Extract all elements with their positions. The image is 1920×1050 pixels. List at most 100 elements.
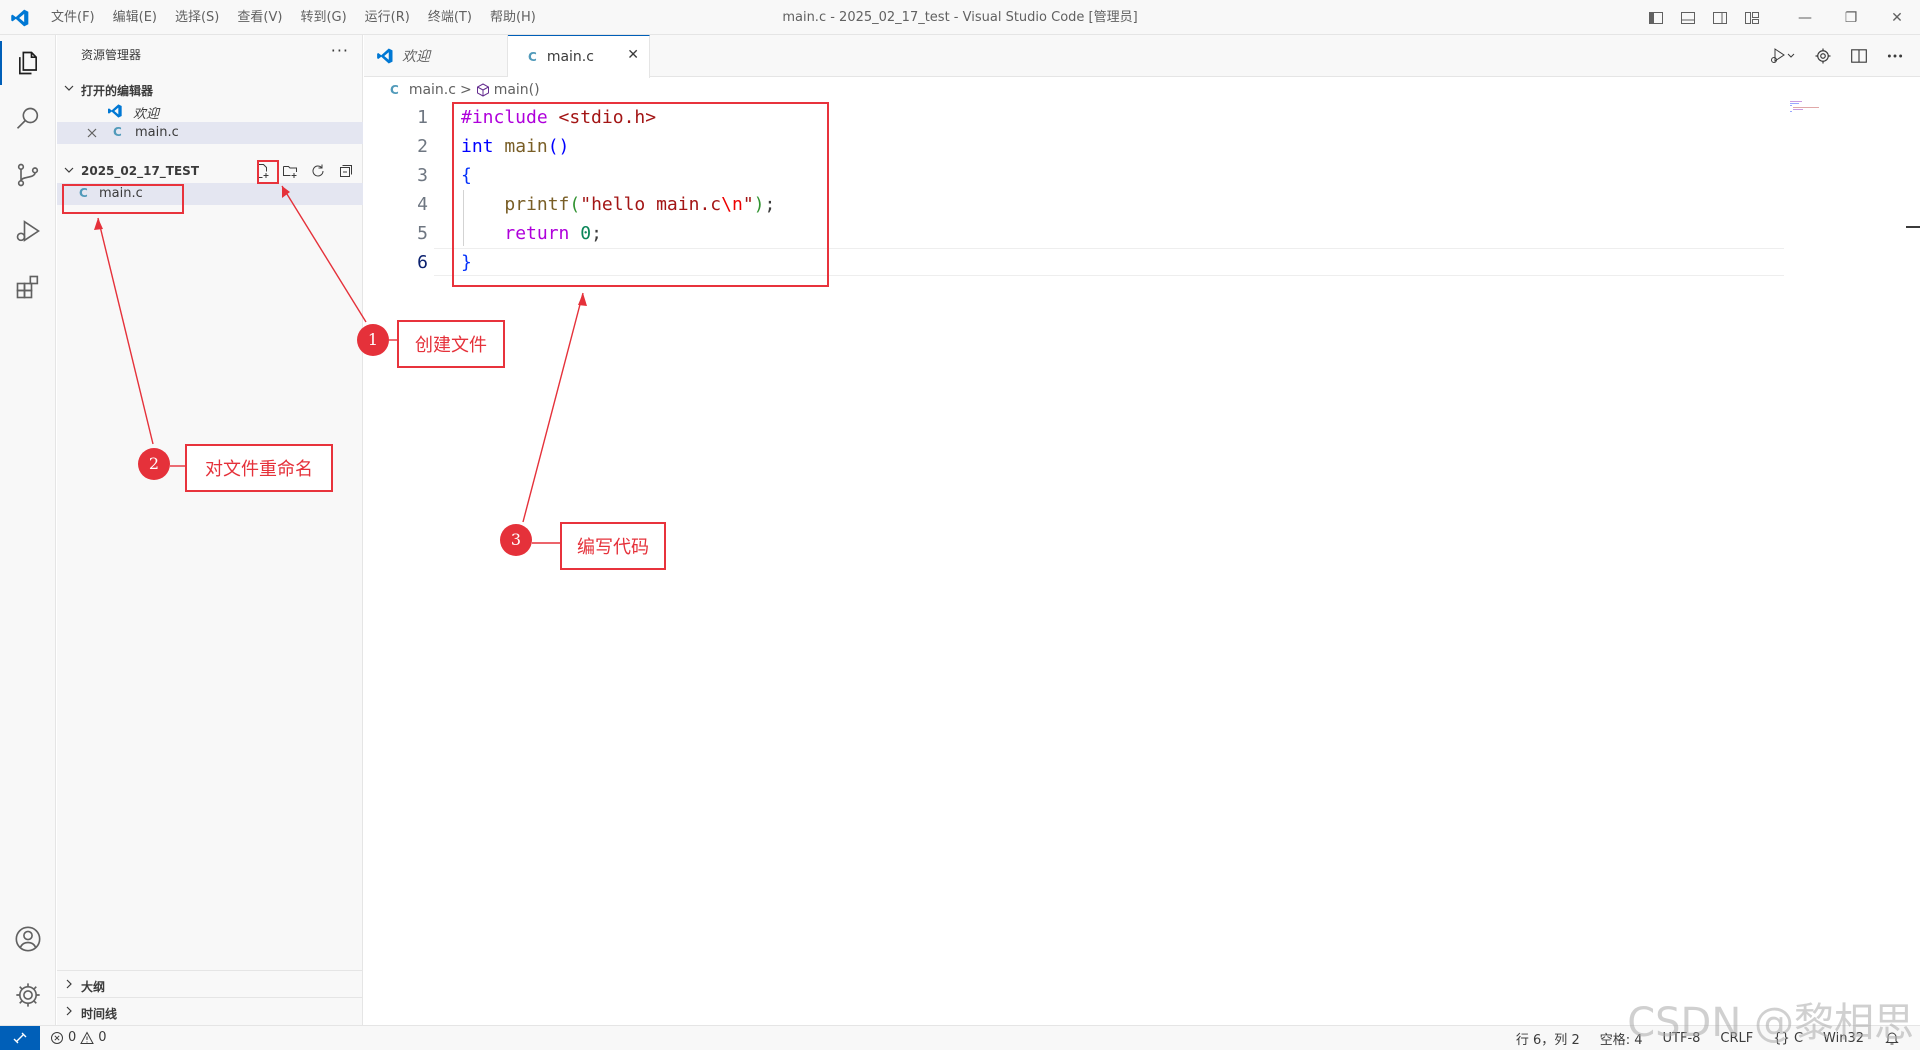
breadcrumb-separator: >: [459, 82, 472, 98]
explorer-icon: [19, 51, 37, 75]
line-number: 2: [417, 136, 428, 157]
restore-button[interactable]: ❐: [1828, 0, 1874, 35]
vscode-icon: [108, 104, 122, 118]
close-icon[interactable]: [87, 128, 97, 138]
problems-indicator[interactable]: 0 0: [50, 1030, 107, 1045]
chevron-right-icon: [66, 979, 72, 989]
refresh-button[interactable]: [307, 160, 329, 182]
more-actions-button[interactable]: ···: [331, 41, 349, 60]
source-control-icon: [17, 163, 39, 187]
title-bar: 文件(F) 编辑(E) 选择(S) 查看(V) 转到(G) 运行(R) 终端(T…: [0, 0, 1920, 35]
remote-icon: [13, 1032, 27, 1044]
menu-edit[interactable]: 编辑(E): [104, 0, 166, 35]
close-window-button[interactable]: ✕: [1874, 0, 1920, 35]
breadcrumb-symbol[interactable]: main(): [494, 82, 540, 98]
collapse-all-button[interactable]: [335, 160, 357, 182]
outline-section[interactable]: 大纲: [57, 970, 363, 997]
panel-icon: [1681, 11, 1695, 24]
menu-view[interactable]: 查看(V): [228, 0, 291, 35]
editor-settings-button[interactable]: [1808, 41, 1838, 71]
folder-section[interactable]: 2025_02_17_TEST: [57, 160, 363, 182]
warning-count: 0: [98, 1030, 107, 1045]
menu-terminal[interactable]: 终端(T): [419, 0, 481, 35]
split-editor-button[interactable]: [1844, 41, 1874, 71]
more-editor-actions-button[interactable]: [1880, 41, 1910, 71]
settings-gear-icon: [16, 983, 40, 1007]
split-editor-icon: [1851, 49, 1867, 63]
explorer-button[interactable]: [0, 35, 56, 91]
customize-layout-button[interactable]: [1736, 0, 1768, 35]
line-number: 4: [417, 194, 428, 215]
folder-label: 2025_02_17_TEST: [81, 164, 200, 178]
extensions-button[interactable]: [0, 259, 56, 315]
status-bar: 0 0 行 6，列 2 空格: 4 UTF-8 CRLF {} C Win32: [0, 1025, 1920, 1050]
search-button[interactable]: [0, 91, 56, 147]
menu-file[interactable]: 文件(F): [42, 0, 104, 35]
annotation-label: 对文件重命名: [185, 444, 333, 492]
minimize-button[interactable]: —: [1782, 0, 1828, 35]
run-debug-icon: [1771, 48, 1795, 63]
language-label: C: [1793, 1030, 1804, 1046]
manage-button[interactable]: [0, 967, 56, 1023]
toggle-panel-button[interactable]: [1672, 0, 1704, 35]
symbol-method-icon: [476, 83, 489, 97]
annotation-highlight-file: [62, 184, 184, 214]
chevron-down-icon: [64, 167, 74, 173]
search-icon: [16, 107, 39, 129]
tab-label: 欢迎: [402, 49, 430, 65]
vscode-logo-icon: [11, 9, 29, 27]
menu-run[interactable]: 运行(R): [356, 0, 419, 35]
toggle-primary-sidebar-button[interactable]: [1640, 0, 1672, 35]
sidebar-right-icon: [1713, 11, 1727, 24]
collapse-all-icon: [340, 165, 352, 177]
menu-go[interactable]: 转到(G): [291, 0, 355, 35]
open-editor-main-c[interactable]: C main.c: [57, 122, 363, 144]
timeline-label: 时间线: [81, 1007, 118, 1021]
platform[interactable]: Win32: [1823, 1031, 1864, 1046]
c-file-icon: C: [113, 125, 122, 139]
line-ending[interactable]: CRLF: [1720, 1031, 1753, 1046]
annotation-badge: 3: [500, 524, 532, 556]
warning-icon: [80, 1030, 95, 1044]
chevron-down-icon: [64, 85, 74, 91]
line-number: 6: [417, 252, 428, 273]
cursor-position[interactable]: 行 6，列 2: [1516, 1029, 1580, 1048]
sidebar-left-icon: [1649, 11, 1663, 24]
gear-icon: [1815, 48, 1831, 64]
line-number: 3: [417, 165, 428, 186]
menu-help[interactable]: 帮助(H): [481, 0, 545, 35]
breadcrumb-file[interactable]: main.c: [409, 82, 456, 98]
open-editor-welcome[interactable]: 欢迎: [57, 100, 363, 122]
encoding[interactable]: UTF-8: [1663, 1031, 1701, 1046]
error-count: 0: [68, 1030, 77, 1045]
overview-ruler-cursor: [1906, 226, 1920, 228]
new-folder-button[interactable]: [279, 160, 301, 182]
toggle-secondary-sidebar-button[interactable]: [1704, 0, 1736, 35]
activity-bar: [0, 35, 56, 1025]
chevron-right-icon: [66, 1006, 72, 1016]
c-file-icon: C: [390, 83, 399, 97]
annotation-label: 创建文件: [397, 320, 505, 368]
open-editors-section[interactable]: 打开的编辑器: [57, 78, 363, 100]
line-number: 5: [417, 223, 428, 244]
annotation-badge: 1: [357, 324, 389, 356]
tab-welcome[interactable]: 欢迎: [364, 35, 508, 77]
accounts-button[interactable]: [0, 911, 56, 967]
menu-selection[interactable]: 选择(S): [166, 0, 228, 35]
menu-bar: 文件(F) 编辑(E) 选择(S) 查看(V) 转到(G) 运行(R) 终端(T…: [42, 0, 545, 35]
notifications-icon[interactable]: [1884, 1030, 1900, 1046]
run-code-button[interactable]: [1762, 41, 1802, 71]
language-mode[interactable]: {} C: [1773, 1031, 1803, 1046]
source-control-button[interactable]: [0, 147, 56, 203]
run-debug-button[interactable]: [0, 203, 56, 259]
tab-close-button[interactable]: ✕: [627, 47, 639, 63]
minimap[interactable]: [1790, 100, 1830, 114]
run-debug-icon: [16, 220, 40, 242]
indentation[interactable]: 空格: 4: [1600, 1029, 1643, 1048]
remote-indicator-button[interactable]: [0, 1026, 40, 1050]
line-number-gutter: 1 2 3 4 5 6: [364, 103, 434, 277]
timeline-section[interactable]: 时间线: [57, 997, 363, 1024]
outline-label: 大纲: [81, 980, 106, 994]
tab-main-c[interactable]: C main.c ✕: [508, 35, 650, 78]
new-folder-icon: [283, 166, 297, 178]
